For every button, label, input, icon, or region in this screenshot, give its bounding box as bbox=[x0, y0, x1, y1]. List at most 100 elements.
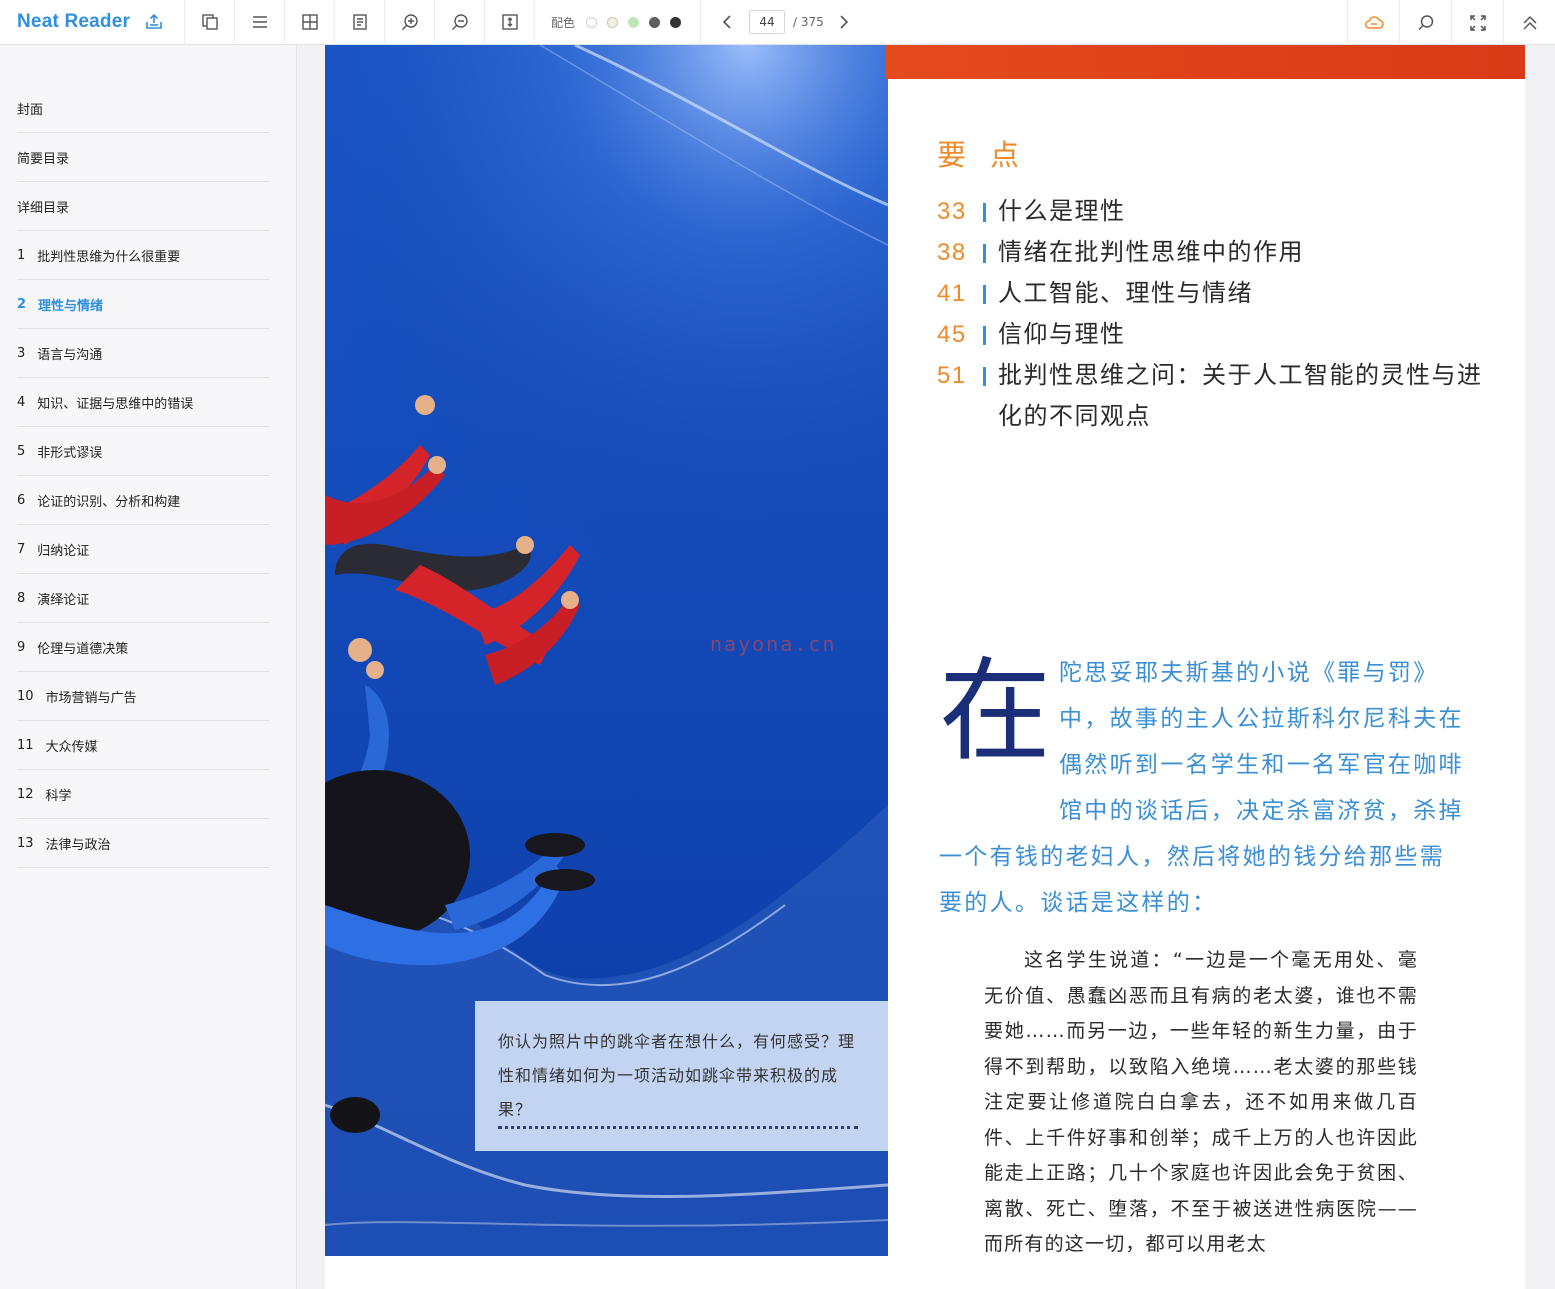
key-point: 33 什么是理性 bbox=[937, 191, 1497, 232]
fullscreen-button[interactable] bbox=[1451, 0, 1503, 45]
key-point-page: 45 bbox=[937, 321, 967, 348]
key-point-text: 人工智能、理性与情绪 bbox=[998, 279, 1253, 307]
theme-white[interactable] bbox=[586, 16, 598, 28]
menu-icon bbox=[252, 16, 267, 28]
toc-item-label: 理性与情绪 bbox=[38, 298, 104, 314]
key-point-text: 批判性思维之问：关于人工智能的灵性与进化的不同观点 bbox=[998, 361, 1483, 430]
upload-icon[interactable] bbox=[144, 12, 164, 32]
key-point-divider bbox=[983, 326, 986, 345]
toc-item-label: 封面 bbox=[17, 102, 44, 118]
watermark: nayona.cn bbox=[710, 632, 837, 656]
toc-item-label: 简要目录 bbox=[17, 151, 70, 167]
collapse-toolbar-button[interactable] bbox=[1503, 0, 1555, 45]
chapter-banner bbox=[885, 45, 1525, 79]
toc-item-number: 12 bbox=[17, 786, 34, 802]
brand: Neat Reader bbox=[0, 0, 185, 45]
photo-caption: 你认为照片中的跳伞者在想什么，有何感受？理性和情绪如何为一项活动如跳伞带来积极的… bbox=[498, 1032, 856, 1119]
key-point-divider bbox=[983, 367, 986, 386]
toc-item[interactable]: 封面 bbox=[17, 84, 269, 133]
toc-item-label: 法律与政治 bbox=[45, 837, 111, 853]
notes-button[interactable] bbox=[335, 0, 385, 45]
toc-item[interactable]: 5 非形式谬误 bbox=[17, 427, 269, 476]
dropcap: 在 bbox=[939, 647, 1051, 777]
toc-item-label: 科学 bbox=[45, 788, 72, 804]
toc-item-number: 7 bbox=[17, 541, 26, 557]
toc-item-number: 1 bbox=[17, 247, 26, 263]
toc-item[interactable]: 6 论证的识别、分析和构建 bbox=[17, 476, 269, 525]
toc-item-number: 13 bbox=[17, 835, 34, 851]
key-point-page: 51 bbox=[937, 362, 967, 389]
toc-item-label: 批判性思维为什么很重要 bbox=[37, 249, 181, 265]
toc-item[interactable]: 12 科学 bbox=[17, 770, 269, 819]
toc-item-number: 2 bbox=[17, 296, 27, 312]
app-name: Neat Reader bbox=[17, 11, 131, 32]
key-point-divider bbox=[983, 285, 986, 304]
key-points-heading: 要点 bbox=[937, 138, 1044, 172]
chevrons-up-icon bbox=[1522, 15, 1537, 30]
copy-icon bbox=[201, 14, 218, 30]
caption-divider bbox=[498, 1126, 858, 1129]
copy-button[interactable] bbox=[185, 0, 235, 45]
grid-button[interactable] bbox=[285, 0, 335, 45]
toc-item[interactable]: 8 演绎论证 bbox=[17, 574, 269, 623]
toc-item-number: 9 bbox=[17, 639, 26, 655]
grid-icon bbox=[301, 14, 318, 30]
toc-item-label: 大众传媒 bbox=[45, 739, 98, 755]
key-point-page: 33 bbox=[937, 198, 967, 225]
zoom-in-button[interactable] bbox=[385, 0, 435, 45]
toc-item[interactable]: 9 伦理与道德决策 bbox=[17, 623, 269, 672]
theme-selector: 配色 bbox=[535, 0, 702, 45]
search-icon bbox=[1417, 14, 1433, 30]
toc-item-label: 论证的识别、分析和构建 bbox=[37, 494, 181, 510]
toc-item[interactable]: 10 市场营销与广告 bbox=[17, 672, 269, 721]
cloud-button[interactable] bbox=[1347, 0, 1399, 45]
toc-item-label: 市场营销与广告 bbox=[45, 690, 137, 706]
toc-item[interactable]: 13 法律与政治 bbox=[17, 819, 269, 868]
page-number-input[interactable] bbox=[749, 10, 786, 34]
photo-caption-box: 你认为照片中的跳伞者在想什么，有何感受？理性和情绪如何为一项活动如跳伞带来积极的… bbox=[475, 1001, 888, 1151]
key-point-divider bbox=[983, 244, 986, 263]
theme-green[interactable] bbox=[628, 16, 640, 28]
intro-paragraph: 在 陀思妥耶夫斯基的小说《罪与罚》中，故事的主人公拉斯科尔尼科夫在偶然听到一名学… bbox=[939, 650, 1464, 926]
key-point: 45 信仰与理性 bbox=[937, 314, 1497, 355]
key-point-page: 41 bbox=[937, 280, 967, 307]
toc-item-number: 10 bbox=[17, 688, 34, 704]
toc-item-label: 语言与沟通 bbox=[37, 347, 103, 363]
key-points-list: 33 什么是理性 38 情绪在批判性思维中的作用 41 人工智能、理性与情绪 45 信仰与理性… bbox=[937, 191, 1497, 437]
key-point-divider bbox=[983, 203, 986, 222]
toc-item[interactable]: 4 知识、证据与思维中的错误 bbox=[17, 378, 269, 427]
fit-height-button[interactable] bbox=[485, 0, 535, 45]
search-button[interactable] bbox=[1399, 0, 1451, 45]
toc-item[interactable]: 1 批判性思维为什么很重要 bbox=[17, 231, 269, 280]
toc-item[interactable]: 3 语言与沟通 bbox=[17, 329, 269, 378]
toc-item[interactable]: 2 理性与情绪 bbox=[17, 280, 269, 329]
sidebar: 封面简要目录详细目录 1 批判性思维为什么很重要 2 理性与情绪 3 语言与沟通 4 知识、证据… bbox=[0, 45, 297, 1289]
toc-item-label: 演绎论证 bbox=[37, 592, 90, 608]
toc-button[interactable] bbox=[235, 0, 285, 45]
toolbar: Neat Reader 配色 / 375 bbox=[0, 0, 1555, 45]
toc-item[interactable]: 11 大众传媒 bbox=[17, 721, 269, 770]
theme-sepia[interactable] bbox=[607, 16, 619, 28]
chevron-left-icon bbox=[722, 15, 731, 29]
cloud-icon bbox=[1364, 15, 1384, 29]
toc-item[interactable]: 详细目录 bbox=[17, 182, 269, 231]
zoom-out-button[interactable] bbox=[435, 0, 485, 45]
key-point-text: 什么是理性 bbox=[998, 197, 1126, 225]
toc-item-label: 伦理与道德决策 bbox=[37, 641, 129, 657]
toc-item-number: 3 bbox=[17, 345, 26, 361]
toolbar-right bbox=[1347, 0, 1555, 45]
key-point-page: 38 bbox=[937, 239, 967, 266]
key-point: 41 人工智能、理性与情绪 bbox=[937, 273, 1497, 314]
key-point: 51 批判性思维之问：关于人工智能的灵性与进化的不同观点 bbox=[937, 355, 1497, 437]
notes-icon bbox=[352, 14, 367, 30]
key-point-text: 情绪在批判性思维中的作用 bbox=[998, 238, 1304, 266]
toc-item-number: 6 bbox=[17, 492, 26, 508]
table-of-contents: 封面简要目录详细目录 1 批判性思维为什么很重要 2 理性与情绪 3 语言与沟通 4 知识、证据… bbox=[17, 84, 269, 868]
page-total: / 375 bbox=[793, 15, 824, 29]
prev-page-button[interactable] bbox=[717, 11, 739, 33]
toc-item[interactable]: 简要目录 bbox=[17, 133, 269, 182]
next-page-button[interactable] bbox=[832, 11, 854, 33]
toc-item[interactable]: 7 归纳论证 bbox=[17, 525, 269, 574]
theme-gray[interactable] bbox=[649, 16, 661, 28]
theme-dark[interactable] bbox=[670, 16, 682, 28]
